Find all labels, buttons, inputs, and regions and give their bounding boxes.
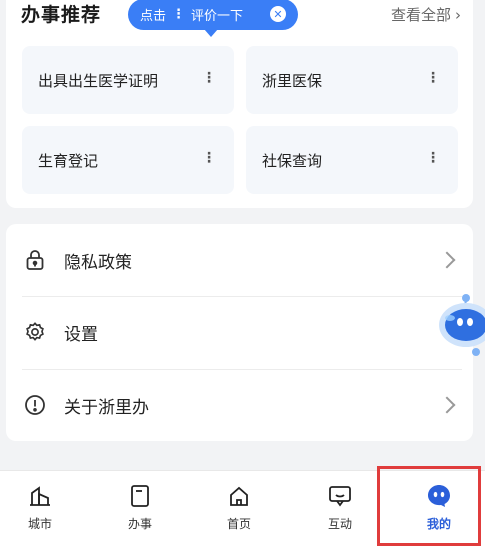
menu-item-label: 关于浙里办 [64,397,149,418]
more-options-icon[interactable]: ⋮ [426,70,440,86]
tab-interaction[interactable]: 互动 [300,483,380,541]
see-all-label: 查看全部 [390,6,451,24]
more-options-icon[interactable]: ⋮ [202,150,216,166]
more-options-icon[interactable]: ⋮ [426,150,440,166]
city-icon [27,483,53,509]
highlight-box [377,466,481,546]
service-item[interactable]: 社保查询 ⋮ [246,126,458,194]
service-item[interactable]: 浙里医保 ⋮ [246,46,458,114]
chat-icon [327,483,353,509]
info-icon [24,394,46,416]
tab-label: 办事 [127,517,152,531]
section-title: 办事推荐 [21,4,102,26]
assistant-robot-icon[interactable] [436,290,485,360]
menu-item-about[interactable]: 关于浙里办 [6,369,473,441]
tab-label: 互动 [327,517,352,531]
more-options-icon[interactable]: ⋮ [202,70,216,86]
tab-label: 首页 [226,517,251,531]
menu-item-label: 设置 [64,324,98,345]
service-label: 生育登记 [38,151,99,170]
menu-item-privacy-policy[interactable]: 隐私政策 [6,224,473,296]
tooltip-text-right: 评价一下 [191,9,244,24]
chevron-right-icon [438,396,456,414]
chevron-right-icon: › [455,6,461,24]
home-icon [226,483,252,509]
service-label: 出具出生医学证明 [38,71,159,90]
tab-label: 城市 [27,517,52,531]
service-item[interactable]: 生育登记 ⋮ [22,126,234,194]
service-item[interactable]: 出具出生医学证明 ⋮ [22,46,234,114]
tab-home[interactable]: 首页 [199,483,279,541]
settings-menu-card: 隐私政策 设置 关于浙里办 [6,224,473,441]
tooltip-dots-icon: ⋮ [172,7,186,22]
tab-city[interactable]: 城市 [0,483,80,541]
gear-icon [24,321,46,343]
menu-item-label: 隐私政策 [64,252,132,273]
menu-item-settings[interactable]: 设置 [6,296,473,368]
tooltip-text-left: 点击 [140,9,167,24]
lock-icon [24,249,46,271]
rating-tooltip[interactable]: 点击 ⋮ 评价一下 ✕ [128,0,298,37]
document-icon [127,483,153,509]
service-label: 浙里医保 [262,71,323,90]
tab-services[interactable]: 办事 [100,483,180,541]
chevron-right-icon [438,251,456,269]
see-all-link[interactable]: 查看全部 › [391,4,461,25]
close-icon[interactable]: ✕ [270,6,286,22]
tooltip-arrow [204,29,218,37]
service-label: 社保查询 [262,151,323,170]
